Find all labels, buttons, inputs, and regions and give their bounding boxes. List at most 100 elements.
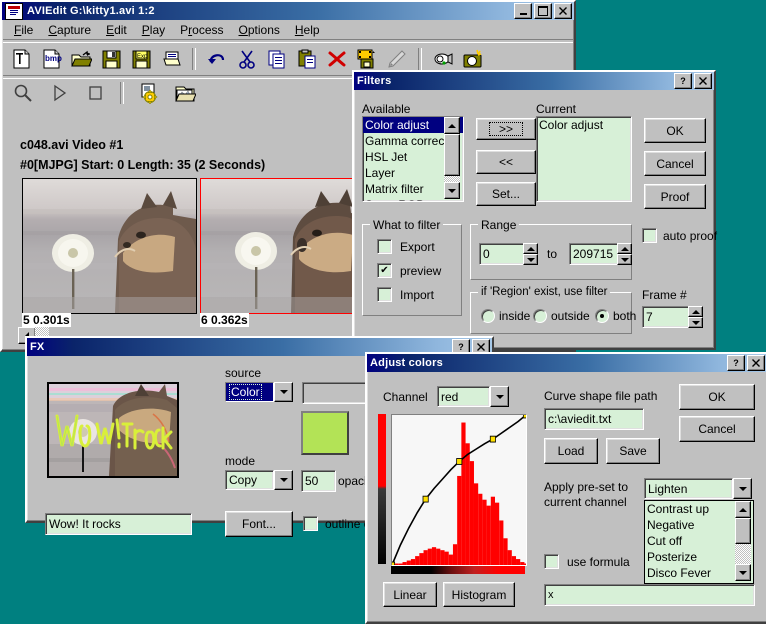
export-disk-icon[interactable]: Exp (128, 46, 154, 72)
delete-red-x-icon[interactable] (324, 46, 350, 72)
menu-play[interactable]: Play (135, 21, 172, 39)
frame-num-spin-up[interactable] (688, 306, 703, 317)
linear-button[interactable]: Linear (383, 582, 437, 607)
set-filter-button[interactable]: Set... (476, 182, 536, 206)
scroll-thumb[interactable] (444, 134, 460, 176)
adjust-colors-titlebar[interactable]: Adjust colors ? (367, 354, 766, 372)
stop-square-icon[interactable] (82, 80, 108, 106)
menu-edit[interactable]: Edit (99, 21, 134, 39)
export-row[interactable]: Export (377, 239, 435, 254)
fx-color-swatch[interactable] (301, 411, 349, 455)
channel-dropdown-button[interactable] (490, 386, 509, 407)
auto-proof-checkbox[interactable] (642, 228, 657, 243)
histogram-button[interactable]: Histogram (443, 582, 515, 607)
export-checkbox[interactable] (377, 239, 392, 254)
adjust-colors-help-button[interactable]: ? (727, 355, 745, 371)
use-formula-checkbox[interactable] (544, 554, 559, 569)
menu-options[interactable]: Options (232, 21, 287, 39)
play-triangle-icon[interactable] (46, 80, 72, 106)
region-both-row[interactable]: both (595, 309, 636, 323)
fx-font-button[interactable]: Font... (225, 511, 293, 537)
auto-proof-row[interactable]: auto proof (642, 228, 717, 243)
menu-help[interactable]: Help (288, 21, 327, 39)
camera-flash-icon[interactable] (460, 46, 486, 72)
menu-capture[interactable]: Capture (41, 21, 98, 39)
close-button[interactable] (554, 3, 572, 19)
fx-source-value[interactable]: Color (225, 382, 274, 402)
scroll-down-button[interactable] (444, 182, 460, 199)
new-document-icon[interactable] (8, 46, 34, 72)
curve-histogram-plot[interactable] (391, 414, 527, 566)
preset-dropdown-button[interactable] (733, 478, 752, 499)
camcorder-icon[interactable] (430, 46, 456, 72)
frame-num-spin-down[interactable] (688, 317, 703, 328)
preset-scroll-thumb[interactable] (735, 518, 751, 544)
filters-close-button[interactable] (694, 73, 712, 89)
range-from-input[interactable]: 0 (479, 243, 526, 265)
cut-scissors-icon[interactable] (234, 46, 260, 72)
range-to-spin-up[interactable] (617, 243, 632, 254)
channel-value[interactable]: red (437, 386, 490, 407)
preview-checkbox[interactable]: ✔ (377, 263, 392, 278)
fx-mode-dropdown-button[interactable] (274, 470, 293, 490)
range-to-input[interactable]: 209715 (569, 243, 620, 265)
curve-path-input[interactable]: c:\aviedit.txt (544, 408, 644, 430)
adjust-ok-button[interactable]: OK (679, 384, 755, 410)
zoom-magnifier-icon[interactable] (10, 80, 36, 106)
open-folder-icon[interactable] (68, 46, 94, 72)
main-window-titlebar[interactable]: AVIEdit G:\kitty1.avi 1:2 (2, 2, 574, 20)
adjust-cancel-button[interactable]: Cancel (679, 416, 755, 442)
current-listbox[interactable]: Color adjust (536, 116, 632, 202)
fx-text-input[interactable]: Wow! It rocks (45, 513, 192, 535)
minimize-button[interactable] (514, 3, 532, 19)
import-checkbox[interactable] (377, 287, 392, 302)
frame-num-spinner[interactable] (688, 306, 703, 328)
save-film-icon[interactable] (354, 46, 380, 72)
scroll-up-button[interactable] (444, 117, 460, 134)
fx-source-dropdown-button[interactable] (274, 382, 293, 402)
region-outside-radio[interactable] (533, 309, 547, 323)
fx-preview[interactable] (47, 382, 179, 478)
range-from-spin-up[interactable] (523, 243, 538, 254)
load-curve-button[interactable]: Load (544, 438, 598, 464)
use-formula-row[interactable]: use formula (544, 554, 630, 569)
save-curve-button[interactable]: Save (606, 438, 660, 464)
remove-filter-button[interactable]: << (476, 150, 536, 174)
filters-help-button[interactable]: ? (674, 73, 692, 89)
channel-combo[interactable]: red (437, 386, 509, 407)
preview-row[interactable]: ✔ preview (377, 263, 441, 278)
current-item-0[interactable]: Color adjust (537, 117, 631, 133)
frame-num-input[interactable]: 7 (642, 306, 691, 328)
available-scrollbar[interactable] (444, 117, 460, 199)
paste-icon[interactable] (294, 46, 320, 72)
filter-gear-icon[interactable] (136, 80, 162, 106)
add-filter-button[interactable]: >> (476, 118, 536, 140)
menu-process[interactable]: Process (173, 21, 230, 39)
filters-cancel-button[interactable]: Cancel (644, 151, 706, 176)
range-from-spin-down[interactable] (523, 254, 538, 265)
maximize-button[interactable] (534, 3, 552, 19)
frame-thumb-5[interactable] (22, 178, 197, 314)
fx-outline-only-checkbox[interactable] (303, 516, 318, 531)
filters-ok-button[interactable]: OK (644, 118, 706, 143)
fx-mode-value[interactable]: Copy (225, 470, 274, 490)
save-disk-icon[interactable] (98, 46, 124, 72)
fx-source-combo[interactable]: Color (225, 382, 293, 402)
region-both-radio[interactable] (595, 309, 609, 323)
preset-combo[interactable]: Lighten (644, 478, 752, 499)
preset-scrollbar[interactable] (735, 501, 751, 581)
main-menubar[interactable]: File Capture Edit Play Process Options H… (2, 20, 574, 39)
fx-opacity-input[interactable]: 50 (301, 470, 336, 492)
range-to-spinner[interactable] (617, 243, 632, 265)
print-icon[interactable] (158, 46, 184, 72)
preset-value[interactable]: Lighten (644, 478, 733, 499)
bmp-document-icon[interactable]: bmp (38, 46, 64, 72)
range-from-spinner[interactable] (523, 243, 538, 265)
copy-icon[interactable] (264, 46, 290, 72)
pencil-icon[interactable] (384, 46, 410, 72)
filters-titlebar[interactable]: Filters ? (354, 72, 714, 90)
preset-scroll-up-button[interactable] (735, 501, 751, 518)
menu-file[interactable]: File (7, 21, 40, 39)
region-inside-radio[interactable] (481, 309, 495, 323)
undo-icon[interactable] (204, 46, 230, 72)
